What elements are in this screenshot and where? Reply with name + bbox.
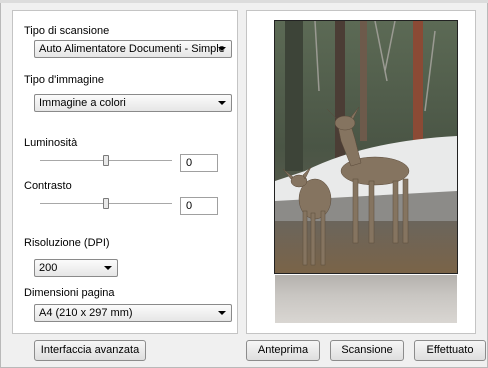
- brightness-input[interactable]: 0: [180, 154, 218, 172]
- preview-bottom-area: [275, 275, 457, 323]
- image-type-label: Tipo d'immagine: [24, 74, 104, 86]
- brightness-label: Luminosità: [24, 137, 78, 149]
- preview-button[interactable]: Anteprima: [246, 340, 320, 361]
- page-size-dropdown[interactable]: A4 (210 x 297 mm): [34, 304, 232, 322]
- deer-photo: [275, 21, 457, 273]
- image-type-value: Immagine a colori: [39, 97, 126, 109]
- advanced-interface-button[interactable]: Interfaccia avanzata: [34, 340, 146, 361]
- scan-type-value: Auto Alimentatore Documenti - Simple: [39, 43, 225, 55]
- contrast-label: Contrasto: [24, 180, 72, 192]
- chevron-down-icon: [104, 266, 112, 270]
- contrast-input[interactable]: 0: [180, 197, 218, 215]
- settings-panel: [12, 10, 238, 334]
- scan-type-dropdown[interactable]: Auto Alimentatore Documenti - Simple: [34, 40, 232, 58]
- contrast-slider[interactable]: [40, 198, 172, 209]
- top-edge: [0, 0, 488, 3]
- image-type-dropdown[interactable]: Immagine a colori: [34, 94, 232, 112]
- resolution-value: 200: [39, 262, 58, 274]
- resolution-label: Risoluzione (DPI): [24, 237, 110, 249]
- chevron-down-icon: [218, 101, 226, 105]
- preview-image: [274, 20, 458, 274]
- brightness-slider[interactable]: [40, 155, 172, 166]
- done-button[interactable]: Effettuato: [414, 340, 486, 361]
- page-size-label: Dimensioni pagina: [24, 287, 115, 299]
- scan-button[interactable]: Scansione: [330, 340, 404, 361]
- chevron-down-icon: [218, 47, 226, 51]
- resolution-dropdown[interactable]: 200: [34, 259, 118, 277]
- chevron-down-icon: [218, 311, 226, 315]
- page-size-value: A4 (210 x 297 mm): [39, 307, 133, 319]
- slider-thumb[interactable]: [103, 155, 109, 166]
- scan-type-label: Tipo di scansione: [24, 25, 110, 37]
- slider-thumb[interactable]: [103, 198, 109, 209]
